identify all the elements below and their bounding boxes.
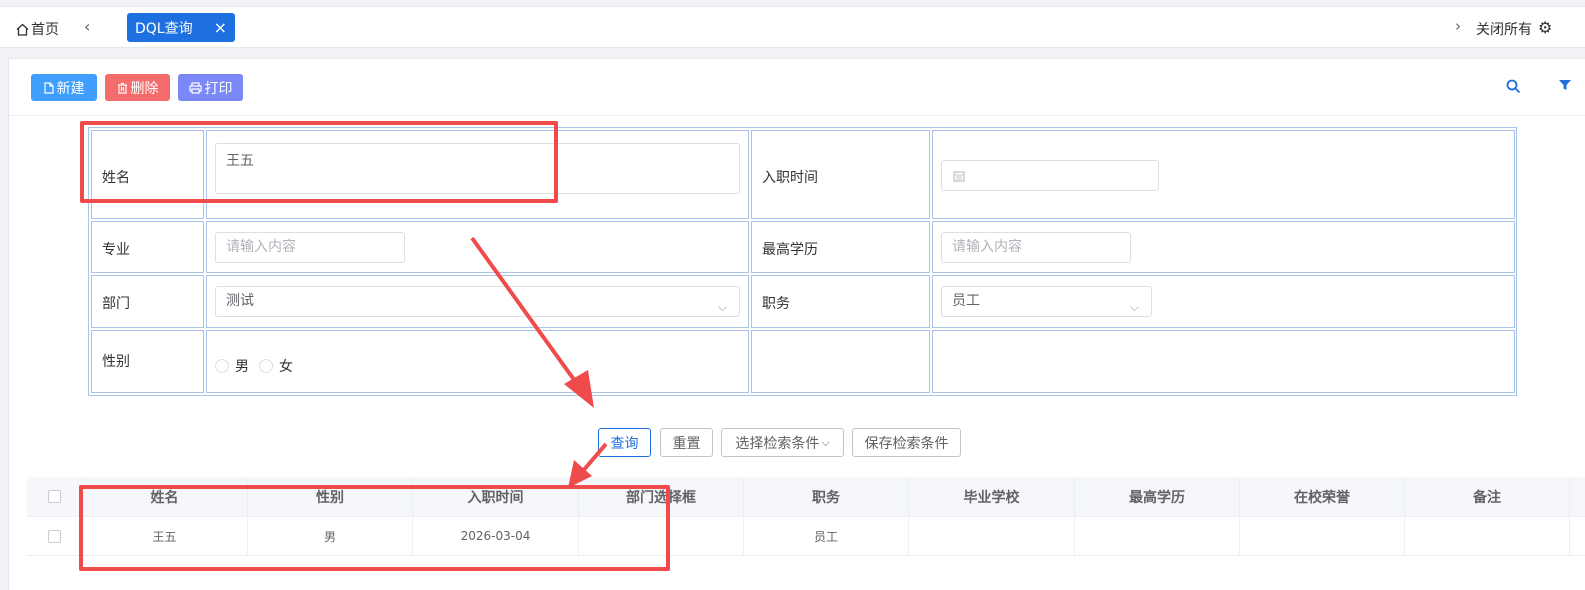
annotation-arrowhead-1 (564, 370, 594, 408)
annotation-arrow-1 (470, 236, 582, 390)
annotation-arrows (470, 236, 608, 488)
annotation-arrow-2 (580, 442, 608, 474)
